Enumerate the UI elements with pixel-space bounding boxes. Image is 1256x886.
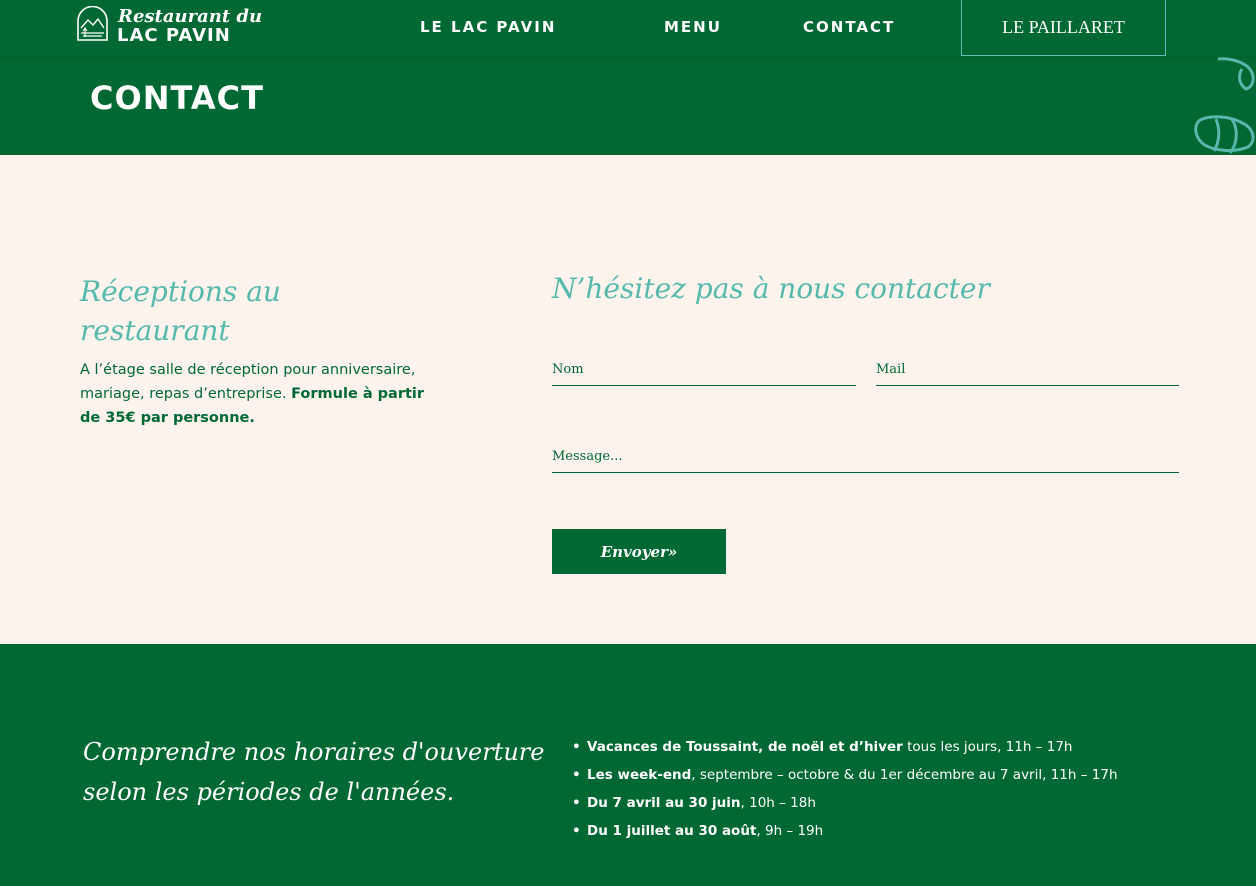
logo-line1: Restaurant du bbox=[118, 6, 263, 27]
hours-item: • Les week-end, septembre – octobre & du … bbox=[572, 761, 1242, 789]
nav-le-paillaret-button[interactable]: LE PAILLARET bbox=[961, 0, 1166, 56]
site-header: Restaurant du LAC PAVIN LE LAC PAVIN MEN… bbox=[0, 0, 1256, 155]
hours-item: • Vacances de Toussaint, de noël et d’hiv… bbox=[572, 733, 1242, 761]
nav-divider bbox=[0, 57, 1256, 58]
hours-item: • Du 7 avril au 30 juin, 10h – 18h bbox=[572, 789, 1242, 817]
logo-line2: LAC PAVIN bbox=[117, 25, 231, 46]
hours-detail: , 10h – 18h bbox=[740, 795, 816, 811]
nav-contact[interactable]: CONTACT bbox=[803, 18, 895, 36]
receptions-heading: Réceptions au restaurant bbox=[80, 275, 281, 347]
opening-hours-list: • Vacances de Toussaint, de noël et d’hiv… bbox=[572, 733, 1242, 845]
mail-input[interactable] bbox=[876, 354, 1179, 386]
bullet-icon: • bbox=[572, 795, 581, 811]
send-button[interactable]: Envoyer» bbox=[552, 529, 726, 574]
site-logo[interactable]: Restaurant du LAC PAVIN bbox=[74, 6, 262, 46]
hours-period: Les week-end bbox=[587, 767, 692, 783]
contact-form-heading: N’hésitez pas à nous contacter bbox=[552, 272, 990, 305]
bullet-icon: • bbox=[572, 739, 581, 755]
hours-period: Du 7 avril au 30 juin bbox=[587, 795, 741, 811]
hours-detail: tous les jours, 11h – 17h bbox=[907, 739, 1073, 755]
opening-hours-section: Comprendre nos horaires d'ouverture selo… bbox=[0, 644, 1256, 886]
hours-detail: , septembre – octobre & du 1er décembre … bbox=[691, 767, 1118, 783]
name-input[interactable] bbox=[552, 354, 856, 386]
hours-item: • Du 1 juillet au 30 août, 9h – 19h bbox=[572, 817, 1242, 845]
nav-menu[interactable]: MENU bbox=[664, 18, 722, 36]
hours-period: Vacances de Toussaint, de noël et d’hive… bbox=[587, 739, 903, 755]
nav-le-lac-pavin[interactable]: LE LAC PAVIN bbox=[420, 18, 556, 36]
bee-outline-icon bbox=[1194, 57, 1255, 154]
receptions-text: A l’étage salle de réception pour annive… bbox=[80, 358, 425, 430]
bullet-icon: • bbox=[572, 823, 581, 839]
lake-mountain-logo-icon bbox=[77, 6, 108, 41]
page-title: CONTACT bbox=[90, 79, 264, 118]
hours-period: Du 1 juillet au 30 août bbox=[587, 823, 757, 839]
message-input[interactable] bbox=[552, 441, 1179, 473]
hours-detail: , 9h – 19h bbox=[756, 823, 824, 839]
opening-hours-heading: Comprendre nos horaires d'ouverture selo… bbox=[83, 738, 545, 806]
bullet-icon: • bbox=[572, 767, 581, 783]
